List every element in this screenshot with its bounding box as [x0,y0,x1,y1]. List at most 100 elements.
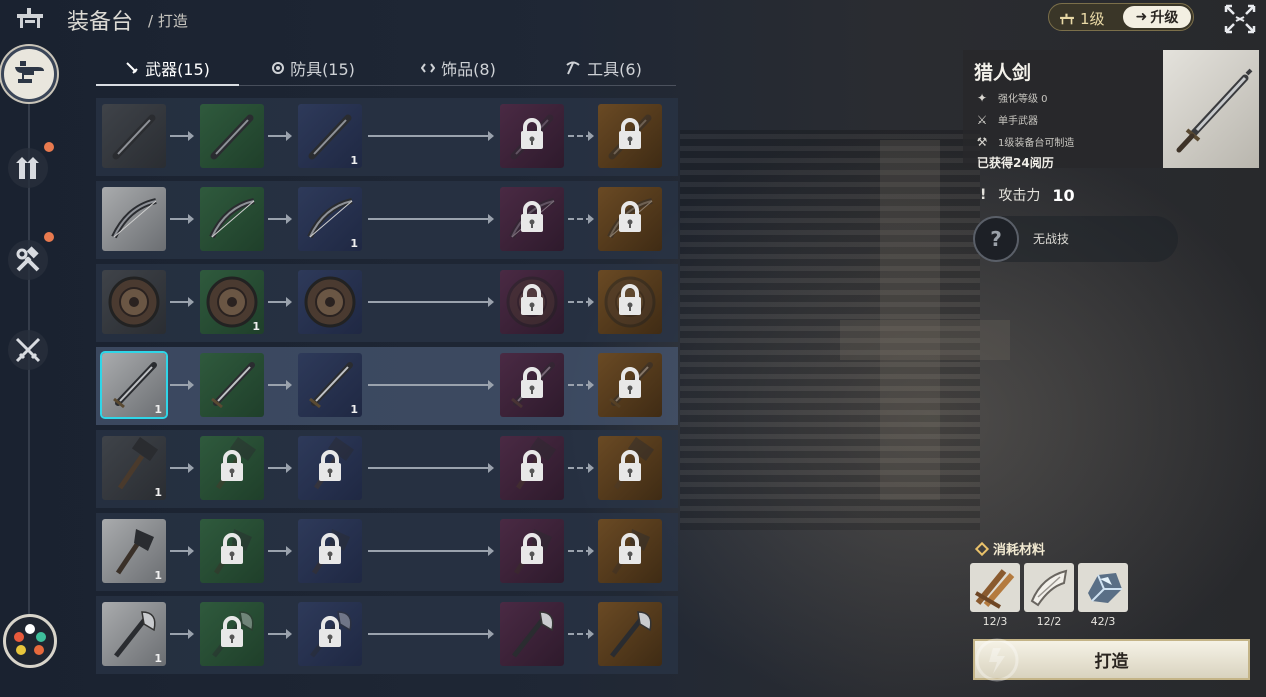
skill-label: 无战技 [1033,232,1070,246]
bench-level-label: 1级 [1080,10,1105,28]
recipe-item-slot[interactable]: 1 [102,519,166,583]
recipe-item-slot[interactable]: 1 [102,436,166,500]
recipe-item-slot[interactable] [200,353,264,417]
upgrade-arrow [268,214,292,224]
element-wheel-button[interactable] [3,614,57,668]
sword-icon: ⚔ [976,112,988,127]
question-mark-icon: ? [973,216,1019,262]
recipe-item-slot[interactable]: 1 [298,353,362,417]
upgrade-arrow [368,380,494,390]
sparkle-icon: ✦ [976,90,988,105]
leather-strip-icon [1030,569,1068,607]
recipe-item-slot[interactable] [500,436,564,500]
notification-dot [44,232,54,242]
tab-tools[interactable]: 工具(6) [531,52,676,84]
recipe-item-slot[interactable] [298,519,362,583]
item-count: 1 [350,154,358,167]
recipe-item-slot[interactable] [598,353,662,417]
recipe-item-slot[interactable] [500,602,564,666]
upgrade-arrow [268,629,292,639]
recipe-item-slot[interactable]: 1 [102,353,166,417]
weapon-skill: ? 无战技 [973,216,1178,262]
active-tab-indicator [96,84,239,86]
breadcrumb: / 打造 [148,12,188,30]
recipe-item-slot[interactable] [298,602,362,666]
recipe-item-slot[interactable] [500,270,564,334]
category-tabs: 武器(15) 防具(15) 饰品(8) 工具(6) [96,52,676,86]
recipe-item-slot[interactable] [298,436,362,500]
recipe-item-slot[interactable] [598,270,662,334]
upgrade-arrow-dashed [568,214,594,224]
craft-button[interactable]: 打造 [973,639,1250,680]
recipe-item-slot[interactable] [598,519,662,583]
recipe-item-slot[interactable] [102,270,166,334]
upgrade-arrow [170,463,194,473]
material-slot[interactable] [1078,563,1128,612]
recipe-item-slot[interactable] [500,104,564,168]
recipe-item-slot[interactable] [298,270,362,334]
glaive-icon [610,611,652,658]
upgrade-arrow [170,629,194,639]
item-count: 1 [350,237,358,250]
upgrade-arrow-dashed [568,297,594,307]
material-slot[interactable] [970,563,1020,612]
upgrade-button[interactable]: ➜ 升级 [1123,6,1191,28]
recipe-item-slot[interactable]: 1 [298,104,362,168]
sidebar-item-weapons[interactable] [8,330,48,370]
padlock-icon [617,201,643,237]
tab-weapons[interactable]: 武器(15) [96,52,239,84]
upgrade-arrow [368,463,494,473]
recipe-item-slot[interactable]: 1 [200,270,264,334]
recipe-item-slot[interactable] [200,519,264,583]
shield-icon [272,62,285,74]
xp-earned: 已获得24阅历 [977,156,1054,170]
materials-title-text: 消耗材料 [993,543,1046,558]
item-count: 1 [350,403,358,416]
bow-icon [209,198,255,239]
sidebar-item-upgrade[interactable] [8,142,54,188]
tab-armor[interactable]: 防具(15) [241,52,386,84]
recipe-item-slot[interactable] [200,436,264,500]
recipe-item-slot[interactable]: 1 [102,602,166,666]
padlock-icon [317,450,343,486]
recipe-item-slot[interactable] [102,104,166,168]
recipe-item-slot[interactable] [200,104,264,168]
upgrade-arrow [268,463,292,473]
upgrade-arrow [368,297,494,307]
recipe-item-slot[interactable] [200,187,264,251]
recipe-item-slot[interactable] [500,353,564,417]
sidebar-item-forge[interactable] [1,46,57,102]
upgrade-arrow [170,131,194,141]
attack-label: 攻击力 [998,188,1041,204]
recipe-item-slot[interactable] [598,602,662,666]
tab-label: 饰品(8) [441,60,496,79]
sidebar-item-repair[interactable] [8,232,54,280]
recipe-item-slot[interactable] [500,187,564,251]
item-preview [1163,50,1259,168]
recipe-item-slot[interactable] [598,187,662,251]
padlock-icon [519,450,545,486]
recipe-item-slot[interactable]: 1 [298,187,362,251]
upgrade-arrow-dashed [568,380,594,390]
crossed-swords-icon [15,337,41,363]
recipe-item-slot[interactable] [500,519,564,583]
tab-accessories[interactable]: 饰品(8) [386,52,531,84]
padlock-icon [519,201,545,237]
upgrade-arrow [170,546,194,556]
upgrade-arrow [368,131,494,141]
recipe-item-slot[interactable] [200,602,264,666]
upgrade-arrow [170,297,194,307]
material-slot[interactable] [1024,563,1074,612]
recipe-item-slot[interactable] [598,104,662,168]
upgrade-arrow [368,546,494,556]
recipe-item-slot[interactable] [102,187,166,251]
enhance-level-row: ✦ 强化等级 0 [975,90,1048,106]
item-detail-card: 猎人剑 ✦ 强化等级 0 ⚔ 单手武器 ⚒ 1级装备台可制造 已获得24阅历 [963,50,1259,170]
material-count: 42/3 [1090,615,1116,628]
recipe-item-slot[interactable] [598,436,662,500]
padlock-icon [317,533,343,569]
greatsword-icon [112,114,156,160]
padlock-icon [519,118,545,154]
padlock-icon [617,284,643,320]
close-icon[interactable] [1222,2,1258,36]
